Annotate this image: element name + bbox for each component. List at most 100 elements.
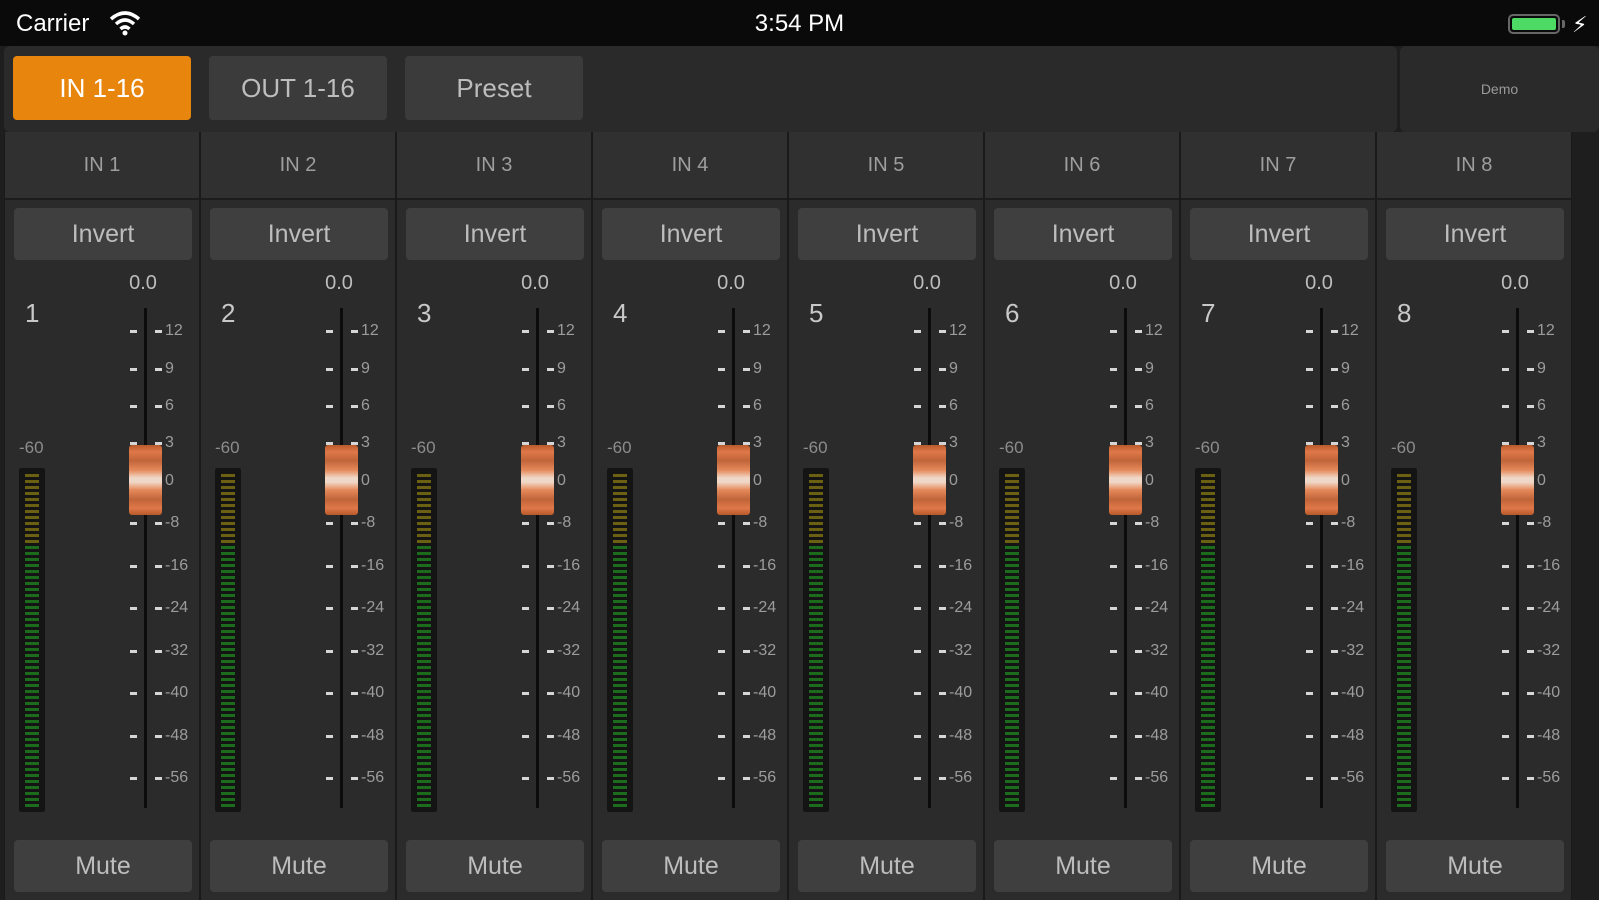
meter-segment: [1201, 798, 1215, 801]
fader-knob[interactable]: [521, 445, 554, 515]
meter-segment: [221, 528, 235, 531]
meter-segment: [1005, 666, 1019, 669]
gain-value: 0.0: [1305, 272, 1333, 294]
invert-button[interactable]: Invert: [14, 208, 192, 260]
mute-button[interactable]: Mute: [406, 840, 584, 892]
mute-button[interactable]: Mute: [1190, 840, 1368, 892]
meter-segment: [25, 762, 39, 765]
invert-button[interactable]: Invert: [406, 208, 584, 260]
fader-tick-left: [522, 330, 529, 333]
meter-segment: [1005, 606, 1019, 609]
fader-scale-label: -8: [1537, 514, 1552, 531]
meter-segment: [1397, 600, 1411, 603]
channel-strip-2: IN 2 Invert 0.0 2 -60 12 9 6 3 0 -8 -16 -24 -32 -40 -48…: [200, 132, 396, 900]
tab-out-1-16[interactable]: OUT 1-16: [209, 56, 387, 120]
mute-button[interactable]: Mute: [602, 840, 780, 892]
fader-tick-right: [743, 368, 750, 371]
meter-segment: [809, 648, 823, 651]
meter-segment: [1005, 576, 1019, 579]
meter-segment: [221, 660, 235, 663]
meter-segment: [809, 504, 823, 507]
fader-track[interactable]: [732, 308, 735, 808]
meter-segment: [613, 498, 627, 501]
tab-preset[interactable]: Preset: [405, 56, 583, 120]
fader-scale-label: -32: [753, 642, 777, 659]
fader-tick-left: [718, 650, 725, 653]
fader-knob[interactable]: [1501, 445, 1534, 515]
meter-segment: [221, 492, 235, 495]
mute-button[interactable]: Mute: [14, 840, 192, 892]
meter-segment: [613, 540, 627, 543]
meter-segment: [1397, 696, 1411, 699]
fader-scale-label: -8: [165, 514, 180, 531]
meter-segment: [417, 474, 431, 477]
meter-segment: [221, 726, 235, 729]
meter-segment: [417, 534, 431, 537]
fader-track[interactable]: [928, 308, 931, 808]
meter-segment: [1397, 756, 1411, 759]
invert-button[interactable]: Invert: [210, 208, 388, 260]
meter-segment: [1201, 744, 1215, 747]
meter-segment: [1397, 714, 1411, 717]
meter-segment: [809, 486, 823, 489]
meter-segment: [1201, 714, 1215, 717]
meter-segment: [1201, 756, 1215, 759]
meter-segment: [25, 630, 39, 633]
meter-segment: [25, 522, 39, 525]
meter-segment: [1005, 768, 1019, 771]
fader-track[interactable]: [144, 308, 147, 808]
meter-segment: [25, 510, 39, 513]
meter-segment: [1397, 606, 1411, 609]
meter-segment: [221, 714, 235, 717]
meter-segment: [417, 600, 431, 603]
meter-segment: [613, 660, 627, 663]
channel-name: IN 1: [5, 132, 199, 200]
fader-knob[interactable]: [717, 445, 750, 515]
mute-button[interactable]: Mute: [1386, 840, 1564, 892]
fader-tick-left: [1110, 777, 1117, 780]
fader-track[interactable]: [1124, 308, 1127, 808]
fader-track[interactable]: [1516, 308, 1519, 808]
fader-track[interactable]: [536, 308, 539, 808]
meter-segment: [1201, 528, 1215, 531]
invert-button[interactable]: Invert: [994, 208, 1172, 260]
fader-knob[interactable]: [1109, 445, 1142, 515]
mute-button[interactable]: Mute: [994, 840, 1172, 892]
meter-segment: [1201, 804, 1215, 807]
meter-segment: [1397, 702, 1411, 705]
invert-button[interactable]: Invert: [1190, 208, 1368, 260]
meter-segment: [809, 540, 823, 543]
meter-segment: [221, 654, 235, 657]
mute-button[interactable]: Mute: [798, 840, 976, 892]
meter-segment: [221, 504, 235, 507]
meter-segment: [25, 528, 39, 531]
fader-tick-right: [155, 522, 162, 525]
meter-segment: [809, 756, 823, 759]
tab-in-1-16[interactable]: IN 1-16: [13, 56, 191, 120]
meter-segment: [417, 546, 431, 549]
invert-button[interactable]: Invert: [798, 208, 976, 260]
mute-button[interactable]: Mute: [210, 840, 388, 892]
meter-segment: [613, 606, 627, 609]
invert-button[interactable]: Invert: [602, 208, 780, 260]
fader-scale-label: 3: [557, 434, 566, 451]
invert-button[interactable]: Invert: [1386, 208, 1564, 260]
fader-track[interactable]: [340, 308, 343, 808]
fader-knob[interactable]: [1305, 445, 1338, 515]
fader-tick-right: [1527, 522, 1534, 525]
fader-tick-left: [718, 330, 725, 333]
meter-segment: [25, 750, 39, 753]
fader-knob[interactable]: [325, 445, 358, 515]
meter-segment: [809, 564, 823, 567]
fader-tick-left: [1502, 650, 1509, 653]
fader-knob[interactable]: [129, 445, 162, 515]
demo-button[interactable]: Demo: [1400, 46, 1599, 132]
fader-track[interactable]: [1320, 308, 1323, 808]
meter-segment: [1201, 696, 1215, 699]
meter-segment: [1005, 516, 1019, 519]
fader-tick-left: [1306, 522, 1313, 525]
meter-segment: [221, 534, 235, 537]
fader-knob[interactable]: [913, 445, 946, 515]
meter-segment: [1397, 654, 1411, 657]
fader-tick-right: [1135, 777, 1142, 780]
